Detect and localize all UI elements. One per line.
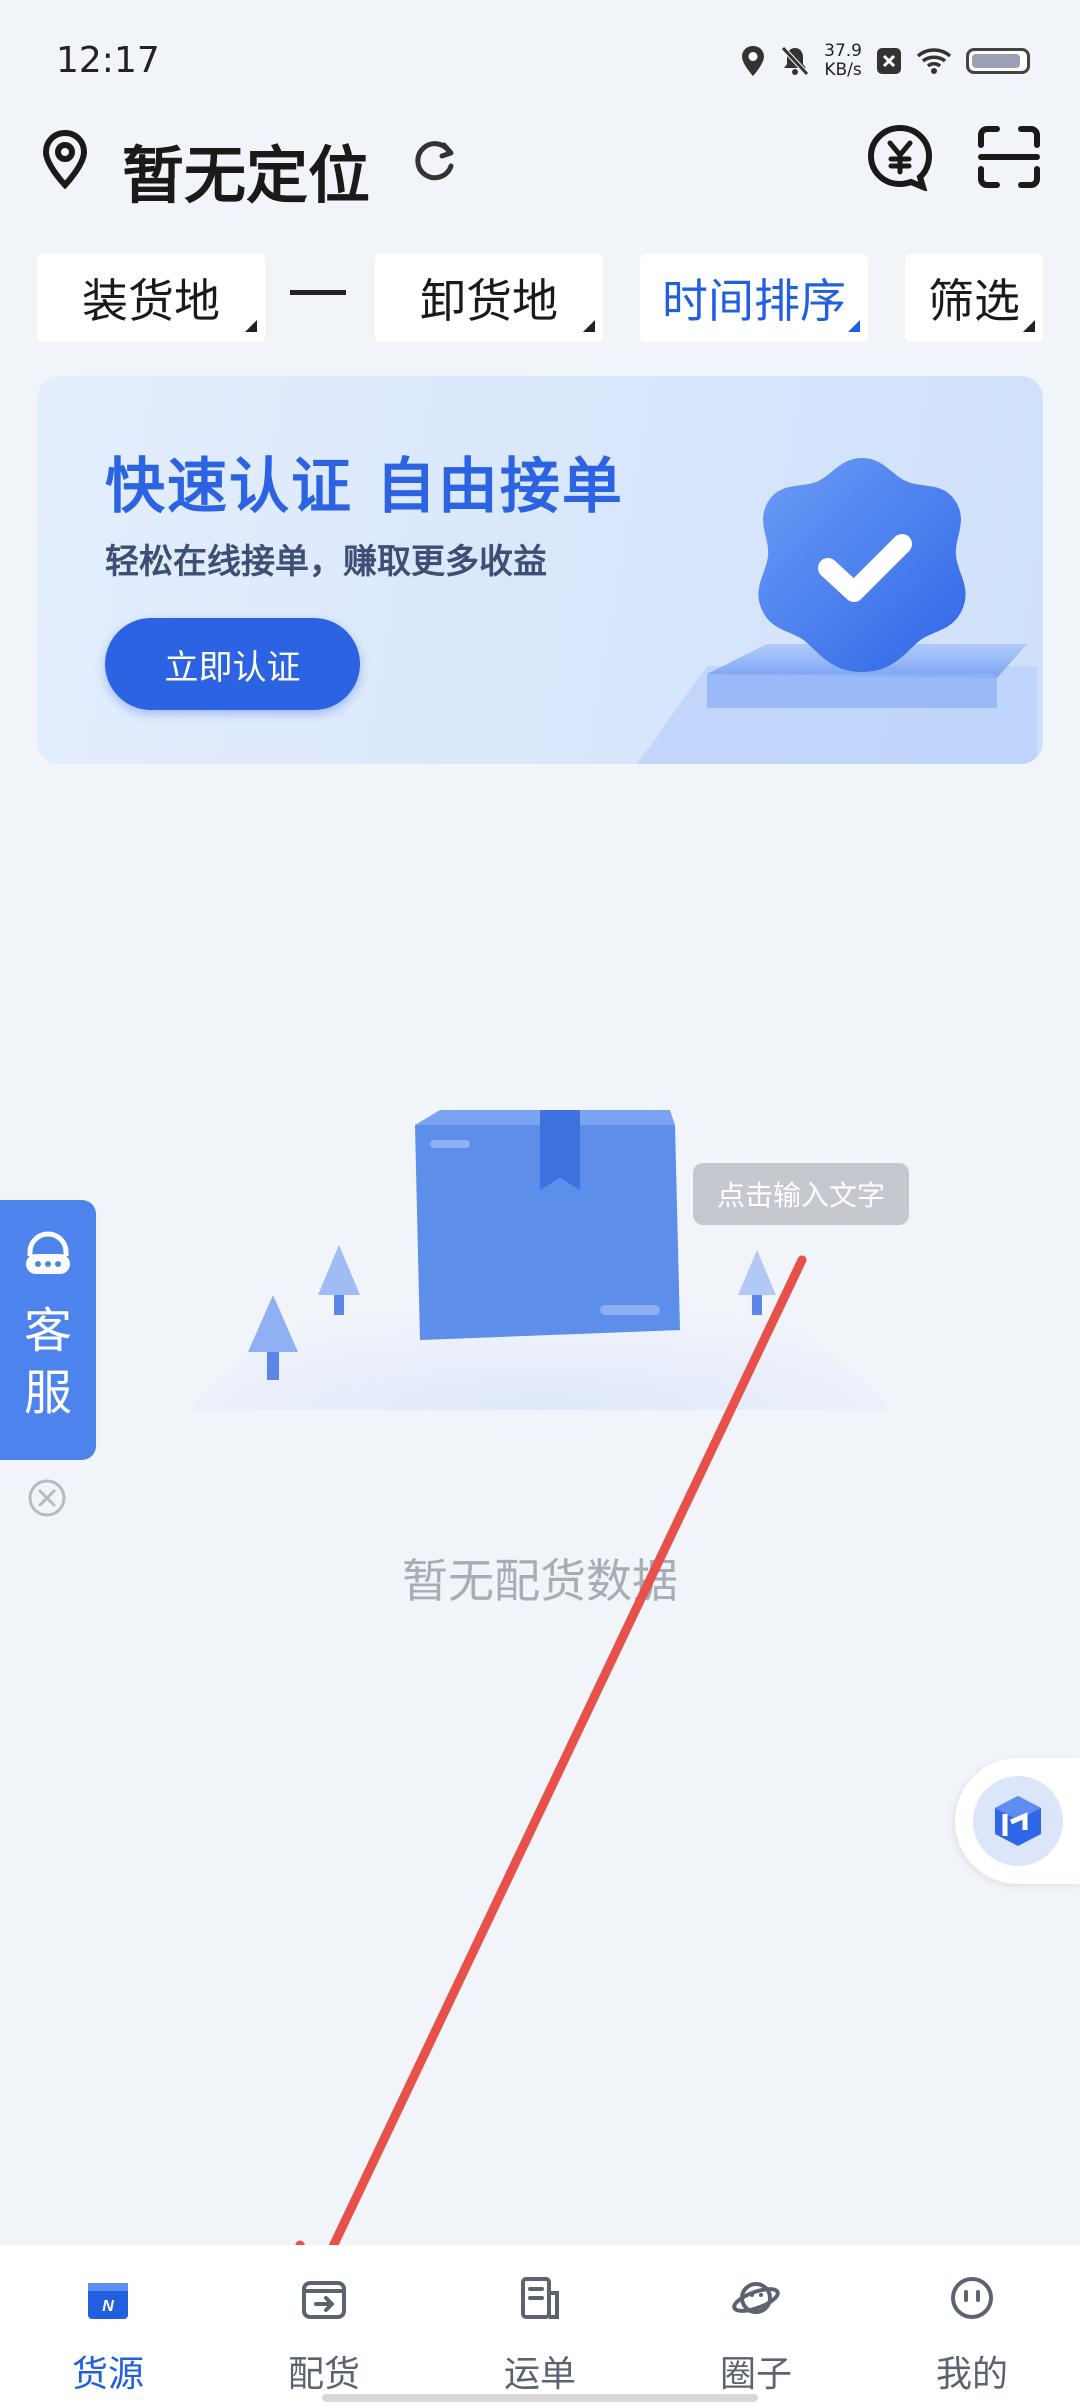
time-sort-dropdown[interactable]: 时间排序: [640, 254, 868, 342]
tab-waybill[interactable]: 运单: [432, 2245, 648, 2408]
certification-banner[interactable]: 快速认证 自由接单 轻松在线接单，赚取更多收益 立即认证: [37, 376, 1043, 764]
location-pin-icon[interactable]: [40, 129, 90, 189]
location-status-icon: [742, 46, 765, 76]
dispatch-icon: [302, 2281, 346, 2319]
banner-title: 快速认证 自由接单: [105, 452, 624, 522]
cs-label-line2: 服: [23, 1365, 72, 1421]
net-speed-unit: KB/s: [824, 60, 862, 80]
nav-label: 配货: [287, 2354, 360, 2395]
screen: 12:17 37.9 KB/s 暂无定位 装货地 卸货地 时间排序 筛选 快速认…: [0, 0, 1080, 2408]
scan-icon[interactable]: [975, 123, 1043, 191]
verified-badge-illustration: [637, 458, 1037, 764]
empty-state-message: 暂无配货数据: [402, 1554, 678, 1608]
home-indicator[interactable]: [322, 2394, 758, 2402]
refresh-icon[interactable]: [410, 135, 460, 185]
svg-text:N: N: [102, 2298, 114, 2315]
unloading-place-dropdown[interactable]: 卸货地: [375, 254, 603, 342]
floating-assistant[interactable]: [955, 1758, 1080, 1884]
battery-level: [972, 54, 1020, 68]
empty-box-illustration: [190, 1110, 890, 1410]
certify-now-button[interactable]: 立即认证: [105, 618, 360, 710]
nav-label: 运单: [503, 2354, 576, 2395]
time-sort-label: 时间排序: [662, 274, 846, 328]
tab-circle[interactable]: 圈子: [648, 2245, 864, 2408]
filter-dropdown[interactable]: 筛选: [905, 254, 1043, 342]
battery-icon: [966, 48, 1030, 74]
floating-assistant-button[interactable]: [973, 1776, 1063, 1866]
dropdown-corner-icon: [245, 320, 257, 332]
network-speed: 37.9 KB/s: [824, 42, 862, 80]
nav-label: 我的: [935, 2354, 1008, 2395]
banner-subtitle: 轻松在线接单，赚取更多收益: [105, 542, 547, 582]
status-icons: 37.9 KB/s: [740, 42, 1030, 80]
loading-place-dropdown[interactable]: 装货地: [37, 254, 265, 342]
input-text-tooltip[interactable]: 点击输入文字: [693, 1163, 909, 1225]
cargo-source-icon: N: [88, 2283, 128, 2319]
filter-bar: 装货地 卸货地 时间排序 筛选: [0, 250, 1080, 350]
loading-place-label: 装货地: [82, 274, 220, 328]
yen-chat-icon[interactable]: [866, 123, 934, 191]
dropdown-corner-icon: [1023, 320, 1035, 332]
bottom-navigation: N 货源 配货 运单 圈子 我的: [0, 2245, 1080, 2408]
headset-icon: [26, 1231, 70, 1274]
cs-label-line1: 客: [23, 1303, 72, 1359]
customer-service-tab[interactable]: 客 服: [0, 1200, 96, 1460]
profile-icon: [951, 2277, 993, 2319]
wifi-icon: [916, 48, 952, 74]
dropdown-corner-icon: [583, 320, 595, 332]
dropdown-corner-icon: [848, 320, 860, 332]
customer-service-label: 客 服: [0, 1300, 96, 1424]
filter-label: 筛选: [928, 274, 1020, 328]
waybill-icon: [521, 2277, 559, 2319]
net-speed-value: 37.9: [824, 41, 862, 61]
status-time: 12:17: [56, 40, 160, 81]
bell-muted-icon: [781, 46, 809, 76]
unloading-place-label: 卸货地: [420, 274, 558, 328]
location-text[interactable]: 暂无定位: [122, 125, 370, 215]
route-separator: [290, 290, 346, 295]
nav-label: 货源: [71, 2354, 144, 2395]
nav-label: 圈子: [719, 2354, 792, 2395]
cube-logo-icon: [995, 1796, 1041, 1846]
tab-profile[interactable]: 我的: [864, 2245, 1080, 2408]
status-bar: 12:17 37.9 KB/s: [0, 0, 1080, 120]
close-icon[interactable]: [27, 1478, 67, 1518]
tab-dispatch[interactable]: 配货: [216, 2245, 432, 2408]
no-sim-icon: [877, 48, 901, 74]
header: 暂无定位: [0, 115, 1080, 212]
planet-icon: [732, 2282, 780, 2314]
tab-cargo-source[interactable]: N 货源: [0, 2245, 216, 2408]
